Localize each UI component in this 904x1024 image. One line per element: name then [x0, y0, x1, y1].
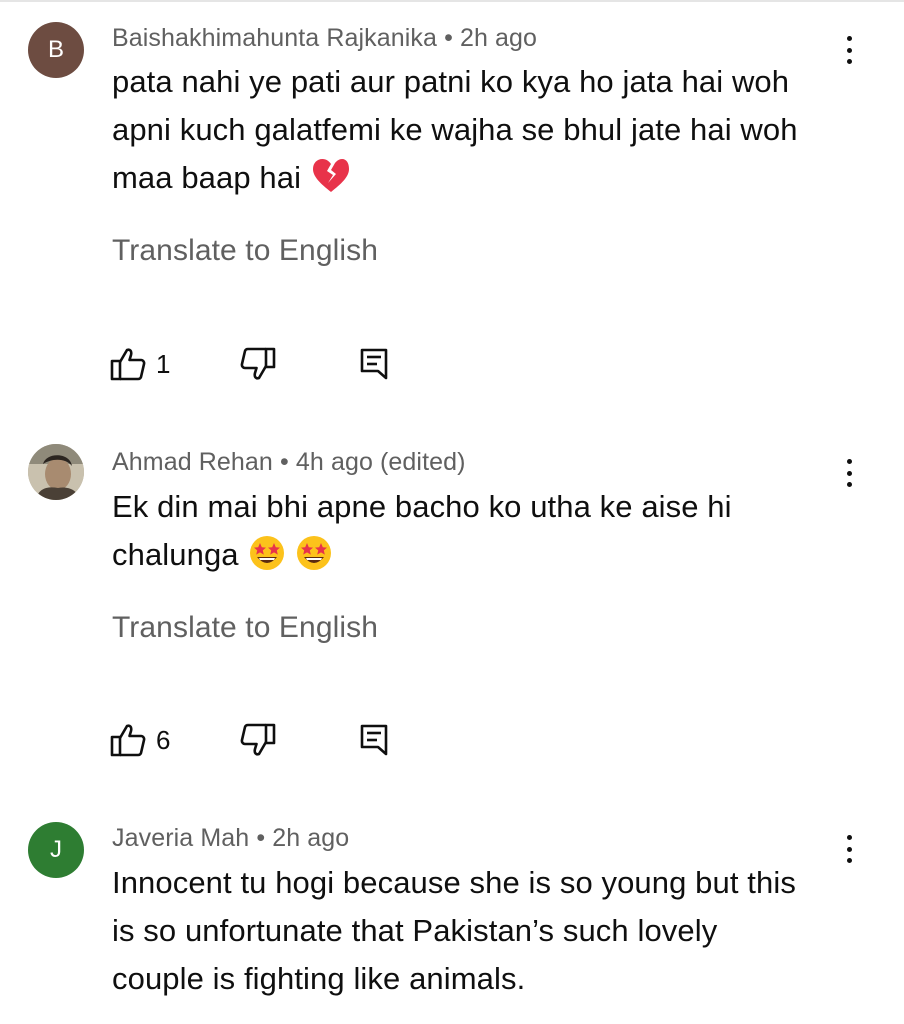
dislike-button[interactable] [240, 346, 276, 382]
avatar[interactable]: J [28, 822, 84, 878]
thumbs-up-icon [110, 724, 146, 757]
comment-line-last: chalunga [112, 531, 842, 585]
star-struck-icon [296, 535, 332, 585]
like-button[interactable]: 6 [110, 722, 170, 758]
like-count: 1 [156, 348, 171, 379]
comment-line: apni kuch galatfemi ke wajha se bhul jat… [112, 112, 798, 147]
comment-meta: Ahmad Rehan • 4h ago (edited) [112, 448, 466, 477]
comment-actions: 1 [110, 346, 410, 382]
comment-time: 4h ago (edited) [295, 448, 466, 476]
comment-line: Ek din mai bhi apne bacho ko utha ke ais… [112, 489, 732, 524]
comment-text: Innocent tu hogi because she is so young… [112, 859, 842, 1003]
avatar[interactable]: B [28, 22, 84, 78]
avatar-letter: J [50, 836, 62, 863]
comment-text: Ek din mai bhi apne bacho ko utha ke ais… [112, 483, 842, 585]
comment-actions: 6 [110, 722, 410, 758]
broken-heart-icon [312, 158, 350, 208]
meta-separator: • [444, 24, 453, 52]
comment-line-last: maa baap hai [112, 154, 842, 208]
thumbs-down-icon [240, 347, 276, 380]
top-divider [0, 0, 904, 2]
comment-meta: Javeria Mah • 2h ago [112, 824, 349, 853]
avatar-letter: B [47, 36, 64, 63]
translate-link[interactable]: Translate to English [112, 611, 378, 645]
star-struck-icon [249, 535, 285, 585]
author-name[interactable]: Ahmad Rehan [112, 448, 273, 476]
comment-text: pata nahi ye pati aur patni ko kya ho ja… [112, 58, 842, 208]
translate-link[interactable]: Translate to English [112, 234, 378, 268]
thumbs-up-icon [110, 348, 146, 381]
dislike-button[interactable] [240, 722, 276, 758]
reply-comment-icon [360, 348, 388, 380]
avatar[interactable] [28, 444, 84, 500]
comment-line: chalunga [112, 537, 239, 572]
comment-time: 2h ago [459, 24, 538, 52]
author-name[interactable]: Baishakhimahunta Rajkanika [112, 24, 437, 52]
reply-button[interactable] [360, 722, 388, 758]
meta-separator: • [279, 448, 289, 476]
comment-line: pata nahi ye pati aur patni ko kya ho ja… [112, 64, 790, 99]
thumbs-down-icon [240, 723, 276, 756]
comment-line: Innocent tu hogi because she is so young… [112, 865, 796, 900]
reply-button[interactable] [360, 346, 388, 382]
like-count: 6 [156, 724, 171, 755]
meta-separator: • [256, 824, 266, 852]
comment-meta: Baishakhimahunta Rajkanika • 2h ago [112, 24, 537, 53]
avatar-photo [28, 444, 84, 500]
comment-line: is so unfortunate that Pakistan’s such l… [112, 913, 718, 948]
comment-time: 2h ago [272, 824, 350, 852]
comment-line: couple is fighting like animals. [112, 961, 526, 996]
like-button[interactable]: 1 [110, 346, 170, 382]
comment-line: maa baap hai [112, 160, 302, 195]
author-name[interactable]: Javeria Mah [112, 824, 249, 852]
reply-comment-icon [360, 724, 388, 756]
